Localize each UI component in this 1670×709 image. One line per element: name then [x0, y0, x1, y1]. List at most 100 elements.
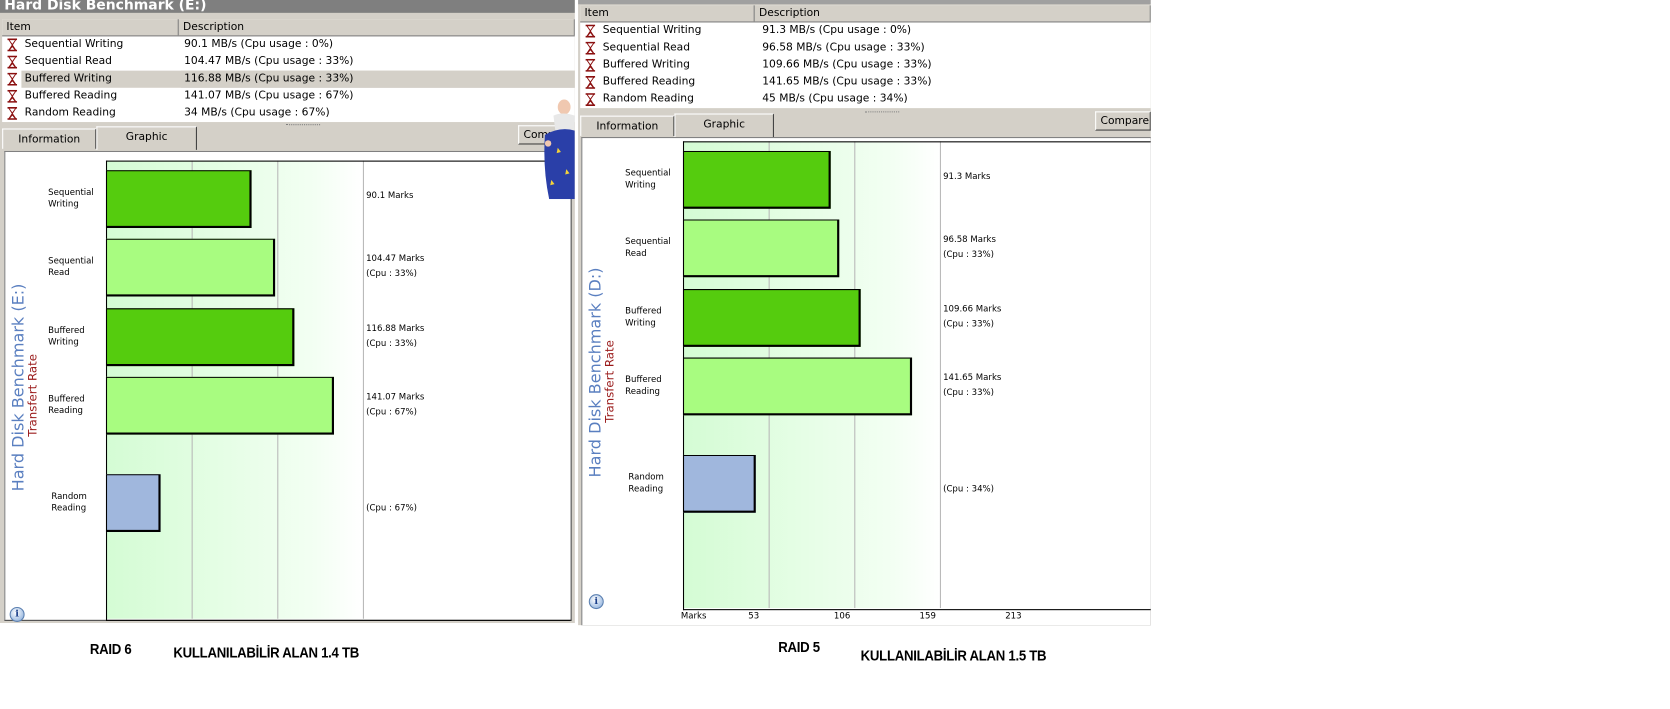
- value-label: 104.47 Marks (Cpu : 33%): [366, 252, 424, 282]
- list-item[interactable]: Sequential Writing 91.3 MB/s (Cpu usage :…: [580, 22, 1151, 39]
- category-label: Sequential Writing: [48, 186, 102, 210]
- splitter-grip[interactable]: [285, 124, 321, 127]
- value-label: 91.3 Marks: [943, 169, 990, 184]
- value-label: (Cpu : 34%): [943, 482, 994, 497]
- bar-sequential-writing: [682, 150, 831, 209]
- item-name: Sequential Read: [24, 55, 112, 68]
- hourglass-icon: [585, 93, 596, 106]
- hourglass-icon: [7, 55, 18, 69]
- compare-button[interactable]: Compare with: [1095, 111, 1151, 131]
- item-description: 104.47 MB/s (Cpu usage : 33%): [184, 55, 354, 68]
- column-header-item[interactable]: Item: [2, 19, 179, 36]
- category-label-line: Buffered: [625, 374, 662, 385]
- category-label-line: Reading: [625, 386, 660, 397]
- chart-subtitle: Transfert Rate: [602, 340, 617, 423]
- category-label: Random Reading: [51, 490, 105, 514]
- splitter-grip[interactable]: [864, 111, 900, 114]
- category-label-line: Writing: [48, 337, 79, 347]
- value-label-line: 91.3 Marks: [943, 171, 991, 181]
- benchmark-panel-raid5: Item Description Sequential Writing 91.3 …: [578, 0, 1151, 626]
- value-label-line: (Cpu : 33%): [943, 387, 995, 398]
- column-header-description[interactable]: Description: [179, 19, 575, 36]
- list-item[interactable]: Buffered Reading 141.07 MB/s (Cpu usage :…: [2, 88, 575, 105]
- category-label: Random Reading: [628, 471, 682, 495]
- list-item[interactable]: Buffered Writing 116.88 MB/s (Cpu usage :…: [2, 70, 575, 88]
- list-item[interactable]: Sequential Writing 90.1 MB/s (Cpu usage :…: [2, 36, 575, 53]
- category-label: Sequential Read: [625, 236, 679, 260]
- list-header: Item Description: [580, 5, 1151, 23]
- category-label: Buffered Reading: [625, 374, 679, 398]
- chart-subtitle: Transfert Rate: [25, 354, 40, 437]
- category-label-line: Buffered: [48, 325, 85, 336]
- value-label-line: (Cpu : 34%): [943, 483, 995, 494]
- value-label: 96.58 Marks (Cpu : 33%): [943, 232, 996, 262]
- caption-space-raid6: KULLANILABİLİR ALAN 1.4 TB: [173, 643, 360, 661]
- bar-buffered-reading: [682, 357, 912, 416]
- value-label-line: 96.58 Marks: [943, 234, 996, 245]
- value-label: 141.07 Marks (Cpu : 67%): [366, 390, 424, 420]
- benchmark-panel-raid6: Hard Disk Benchmark (E:) Item Descriptio…: [0, 0, 575, 624]
- item-description: 90.1 MB/s (Cpu usage : 0%): [184, 38, 334, 51]
- category-label-line: Reading: [51, 503, 87, 513]
- list-item[interactable]: Buffered Writing 109.66 MB/s (Cpu usage :…: [580, 57, 1151, 74]
- wizard-mascot-icon: [544, 99, 575, 200]
- info-icon[interactable]: i: [9, 606, 25, 622]
- category-label-line: Read: [625, 248, 647, 258]
- item-description: 141.65 MB/s (Cpu usage : 33%): [762, 76, 932, 88]
- category-label: Buffered Writing: [625, 305, 679, 329]
- category-label-line: Random: [628, 472, 664, 482]
- category-label: Buffered Writing: [48, 324, 102, 348]
- value-label-line: 109.66 Marks: [943, 304, 1002, 314]
- hourglass-icon: [7, 89, 18, 103]
- category-label-line: Sequential: [48, 187, 94, 197]
- list-item[interactable]: Sequential Read 104.47 MB/s (Cpu usage : …: [2, 54, 575, 71]
- value-label-line: (Cpu : 33%): [366, 268, 418, 279]
- value-label-line: (Cpu : 67%): [366, 503, 418, 513]
- chart-frame: Sequential Writing 91.3 Marks Sequential Rea…: [581, 137, 1151, 626]
- item-description: 141.07 MB/s (Cpu usage : 67%): [184, 89, 354, 102]
- item-name: Buffered Reading: [24, 89, 118, 102]
- list-item[interactable]: Random Reading 34 MB/s (Cpu usage : 67%): [2, 105, 575, 122]
- bar-random-reading: [682, 454, 756, 513]
- category-label-line: Reading: [48, 405, 83, 416]
- tab-information[interactable]: Information: [2, 128, 97, 149]
- item-name: Sequential Read: [602, 41, 691, 54]
- value-label: 109.66 Marks (Cpu : 33%): [943, 302, 1001, 332]
- tab-information[interactable]: Information: [580, 115, 675, 136]
- category-label-line: Random: [51, 491, 87, 501]
- info-icon[interactable]: i: [588, 594, 604, 610]
- list-item[interactable]: Sequential Read 96.58 MB/s (Cpu usage : 3…: [580, 40, 1151, 57]
- bar-buffered-reading: [105, 376, 334, 435]
- category-label: Buffered Reading: [48, 393, 102, 417]
- list-header: Item Description: [2, 19, 575, 37]
- results-list: Item Description Sequential Writing 90.1 …: [2, 19, 575, 123]
- value-label: 141.65 Marks (Cpu : 33%): [943, 370, 1001, 400]
- value-label-line: 90.1 Marks: [366, 190, 414, 201]
- hourglass-icon: [585, 58, 596, 72]
- hourglass-icon: [585, 76, 596, 89]
- item-description: 45 MB/s (Cpu usage : 34%): [762, 93, 908, 105]
- list-item[interactable]: Buffered Reading 141.65 MB/s (Cpu usage :…: [580, 74, 1151, 91]
- bar-sequential-read: [105, 238, 275, 297]
- list-item[interactable]: Random Reading 45 MB/s (Cpu usage : 34%): [580, 91, 1151, 108]
- bar-buffered-writing: [682, 289, 861, 347]
- category-label-line: Writing: [625, 179, 656, 190]
- tab-graphic[interactable]: Graphic: [674, 113, 774, 138]
- window-top-edge: [578, 0, 1151, 5]
- category-label-line: Read: [48, 267, 70, 278]
- category-label-line: Reading: [628, 483, 664, 494]
- chart-frame: Sequential Writing 90.1 Marks Sequential Rea…: [4, 150, 572, 621]
- tab-graphic[interactable]: Graphic: [96, 126, 197, 150]
- category-label-line: Buffered: [48, 393, 85, 404]
- caption-raid6: RAID 6: [89, 640, 132, 658]
- column-header-item[interactable]: Item: [580, 5, 755, 22]
- column-header-description[interactable]: Description: [755, 5, 1151, 22]
- bar-random-reading: [105, 474, 161, 533]
- results-list: Item Description Sequential Writing 91.3 …: [580, 5, 1151, 109]
- value-label-line: 141.07 Marks: [366, 391, 425, 402]
- bar-sequential-read: [682, 219, 840, 278]
- item-description: 96.58 MB/s (Cpu usage : 33%): [762, 41, 925, 54]
- value-label-line: 104.47 Marks: [366, 253, 425, 264]
- caption-space-raid5: KULLANILABİLİR ALAN 1.5 TB: [860, 646, 1047, 664]
- window-title: Hard Disk Benchmark (E:): [0, 0, 575, 13]
